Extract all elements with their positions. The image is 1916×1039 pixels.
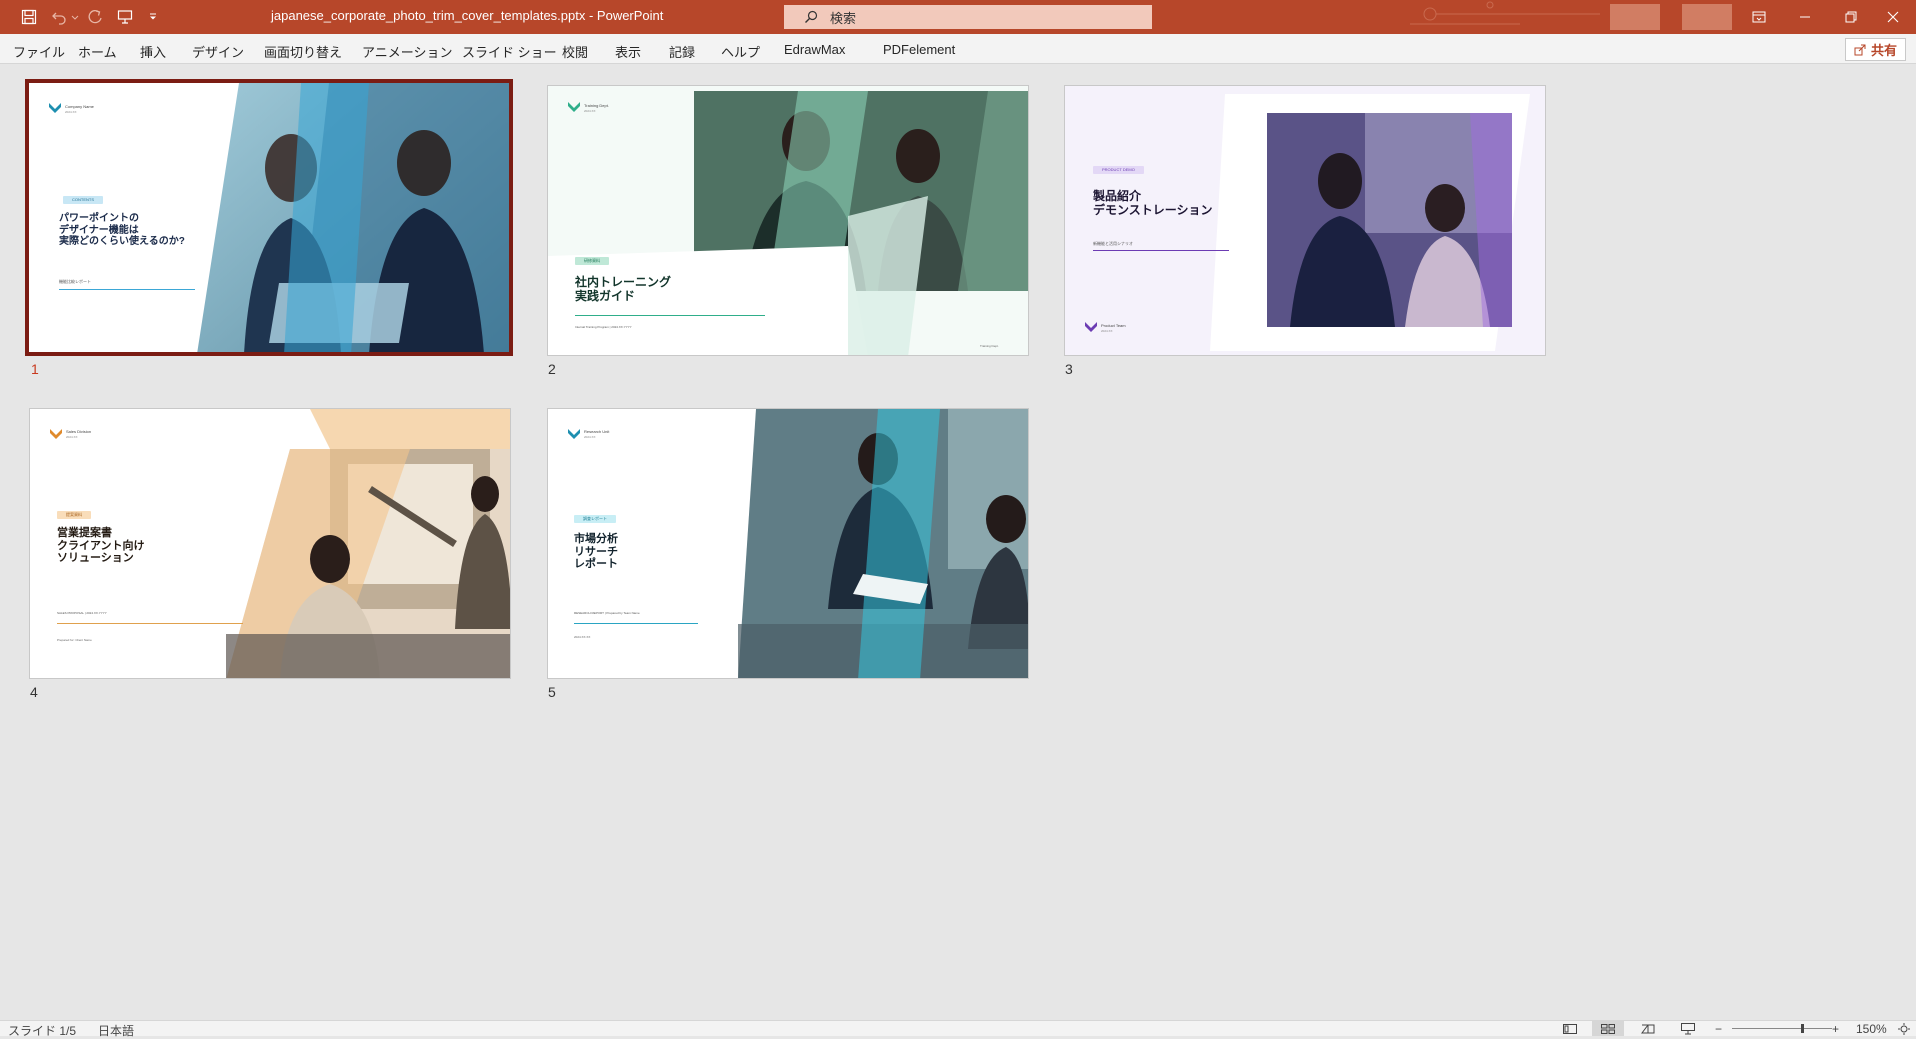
slide-4-company: Sales Division — [66, 429, 92, 434]
slide-5-title: 市場分析 リサーチ レポート — [574, 533, 618, 571]
slide-2-company-sub: 2024.XX — [584, 109, 596, 113]
tab-edrawmax[interactable]: EdrawMax — [784, 42, 845, 57]
slide-5-company: Research Unit — [584, 429, 610, 434]
zoom-out-icon[interactable]: − — [1715, 1022, 1722, 1036]
ribbon-tabs: ファイル ホーム 挿入 デザイン 画面切り替え アニメーション スライド ショー… — [0, 34, 1916, 64]
present-from-start-icon[interactable] — [114, 5, 136, 29]
slide-thumbnail-5[interactable]: Research Unit 2024.XX 調査レポート 市場分析 リサーチ レ… — [547, 408, 1029, 679]
account-avatar[interactable] — [1610, 4, 1660, 30]
reading-view-icon[interactable] — [1632, 1021, 1664, 1036]
slide-2-meta: Internal Training Program | 2024.XX.YYYY — [575, 325, 632, 329]
share-button[interactable]: 共有 — [1844, 38, 1906, 61]
share-icon — [1854, 44, 1866, 55]
slide-5-photo — [738, 409, 1028, 678]
slide-4-rule — [57, 623, 243, 624]
slide-2-company: Training Dept. — [584, 103, 609, 108]
slide-thumbnail-4[interactable]: Sales Division 2024.XX 提案資料 営業提案書 クライアント… — [29, 408, 511, 679]
slide-number-5: 5 — [548, 684, 556, 700]
slide-2-title: 社内トレーニング 実践ガイド — [575, 275, 672, 303]
tab-slideshow[interactable]: スライド ショー — [462, 42, 557, 61]
slide-sorter: Company Name 2024.XX CONTENTS パワーポイントの デ… — [0, 64, 1916, 1020]
status-bar: スライド 1/5 日本語 − + 150% — [0, 1020, 1916, 1039]
share-label: 共有 — [1870, 43, 1897, 58]
slide-sorter-view-icon[interactable] — [1592, 1021, 1624, 1036]
slide-thumbnail-1[interactable]: Company Name 2024.XX CONTENTS パワーポイントの デ… — [25, 79, 513, 356]
slide-5-meta: RESEARCH REPORT | Prepared by Team Name — [574, 611, 640, 615]
slide-number-4: 4 — [30, 684, 38, 700]
slide-5-company-sub: 2024.XX — [584, 435, 596, 439]
slide-4-badge: 提案資料 — [57, 511, 91, 519]
slide-2-badge: 研修資料 — [575, 257, 609, 265]
slide-1-badge: CONTENTS — [63, 196, 103, 204]
slide-2-footer: Training Dept. — [980, 344, 999, 348]
slide-3-meta: 新機能と活用シナリオ — [1093, 241, 1133, 246]
zoom-level[interactable]: 150% — [1856, 1022, 1887, 1036]
slide-number-2: 2 — [548, 361, 556, 377]
slide-4-title: 営業提案書 クライアント向け ソリューション — [57, 527, 145, 565]
title-bar: japanese_corporate_photo_trim_cover_temp… — [0, 0, 1916, 34]
customize-qat-icon[interactable] — [146, 5, 160, 29]
redo-icon[interactable] — [84, 5, 106, 29]
zoom-in-icon[interactable]: + — [1832, 1022, 1839, 1036]
account-name[interactable] — [1682, 4, 1732, 30]
title-bar-decoration — [1410, 1, 1600, 25]
undo-icon[interactable] — [48, 5, 70, 29]
slide-1-meta: 機能比較レポート — [59, 279, 91, 284]
ribbon-display-options-icon[interactable] — [1736, 0, 1782, 34]
slide-5-badge: 調査レポート — [574, 515, 616, 523]
tab-view[interactable]: 表示 — [615, 42, 641, 61]
tab-help[interactable]: ヘルプ — [721, 42, 760, 61]
minimize-icon[interactable] — [1782, 0, 1828, 34]
search-box[interactable]: 検索 — [784, 5, 1152, 29]
slide-thumbnail-2[interactable]: Training Dept. 2024.XX 研修資料 社内トレーニング 実践ガ… — [547, 85, 1029, 356]
slide-2-rule — [575, 315, 765, 316]
tab-review[interactable]: 校閲 — [562, 42, 588, 61]
slide-5-rule — [574, 623, 698, 624]
slide-1-logo — [49, 103, 61, 113]
slide-3-photo — [1210, 94, 1530, 351]
tab-record[interactable]: 記録 — [669, 42, 695, 61]
tab-design[interactable]: デザイン — [192, 42, 244, 61]
slide-3-company-sub: 2024.XX — [1101, 329, 1113, 333]
save-icon[interactable] — [18, 5, 40, 29]
slide-3-title: 製品紹介 デモンストレーション — [1093, 189, 1213, 217]
tab-animations[interactable]: アニメーション — [362, 42, 452, 61]
slideshow-view-icon[interactable] — [1672, 1021, 1704, 1036]
close-icon[interactable] — [1870, 0, 1916, 34]
slide-thumbnail-3[interactable]: PRODUCT DEMO 製品紹介 デモンストレーション 新機能と活用シナリオ … — [1064, 85, 1546, 356]
slide-5-footer: 2024.XX.XX — [574, 635, 591, 639]
zoom-slider[interactable] — [1732, 1028, 1832, 1029]
slide-4-logo — [50, 429, 62, 439]
search-icon — [805, 10, 818, 23]
slide-3-rule — [1093, 250, 1229, 251]
slide-1-rule — [59, 289, 195, 290]
slide-1-company: Company Name — [65, 104, 94, 109]
tab-home[interactable]: ホーム — [78, 42, 117, 61]
slide-3-company: Product Team — [1101, 323, 1126, 328]
slide-4-footer: Prepared for: Client Name — [57, 638, 92, 642]
normal-view-icon[interactable] — [1554, 1021, 1586, 1036]
slide-number-3: 3 — [1065, 361, 1073, 377]
slide-3-logo — [1085, 322, 1097, 332]
zoom-slider-thumb[interactable] — [1801, 1024, 1804, 1033]
document-title: japanese_corporate_photo_trim_cover_temp… — [271, 8, 664, 23]
restore-icon[interactable] — [1828, 0, 1874, 34]
slide-number-1: 1 — [31, 361, 39, 377]
tab-pdfelement[interactable]: PDFelement — [883, 42, 955, 57]
slide-5-logo — [568, 429, 580, 439]
undo-dropdown-icon[interactable] — [70, 5, 80, 29]
fit-to-window-icon[interactable] — [1894, 1021, 1914, 1036]
tab-transitions[interactable]: 画面切り替え — [264, 42, 342, 61]
slide-4-company-sub: 2024.XX — [66, 435, 78, 439]
language-indicator[interactable]: 日本語 — [98, 1022, 134, 1039]
tab-file[interactable]: ファイル — [13, 42, 65, 61]
slide-1-company-sub: 2024.XX — [65, 110, 77, 114]
slide-indicator[interactable]: スライド 1/5 — [8, 1022, 76, 1039]
slide-3-badge: PRODUCT DEMO — [1093, 166, 1144, 174]
slide-4-meta: SALES PROPOSAL | 2024.XX.YYYY — [57, 611, 107, 615]
search-placeholder: 検索 — [830, 10, 857, 26]
slide-1-title: パワーポイントの デザイナー機能は 実際どのくらい使えるのか? — [59, 213, 185, 247]
slide-2-logo — [568, 102, 580, 112]
tab-insert[interactable]: 挿入 — [140, 42, 166, 61]
